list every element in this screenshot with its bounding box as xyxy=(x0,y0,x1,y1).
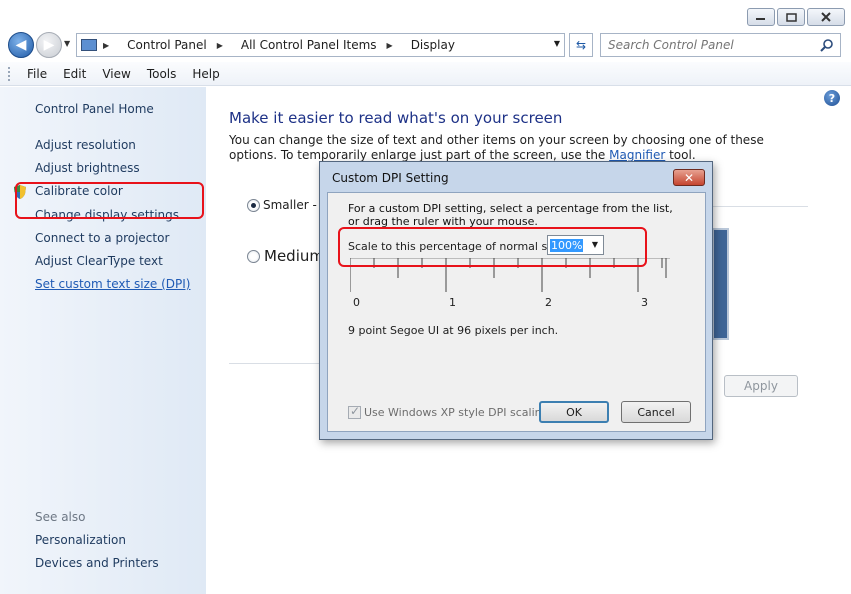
sidebar-item-adjust-resolution[interactable]: Adjust resolution xyxy=(35,138,136,152)
breadcrumb-separator[interactable]: ▶ xyxy=(217,41,231,50)
forward-button[interactable]: ▶ xyxy=(36,32,62,58)
breadcrumb-root-arrow[interactable]: ▶ xyxy=(103,41,117,50)
sidebar-item-connect-projector[interactable]: Connect to a projector xyxy=(35,231,169,245)
magnifier-link[interactable]: Magnifier xyxy=(609,148,665,162)
menu-file[interactable]: File xyxy=(19,67,55,81)
xp-dpi-scaling-option: Use Windows XP style DPI scaling xyxy=(348,404,549,419)
highlight-box-scale-select xyxy=(338,227,647,267)
forward-arrow-icon: ▶ xyxy=(43,37,55,53)
maximize-button[interactable] xyxy=(777,8,805,26)
address-dropdown-icon[interactable]: ▼ xyxy=(554,39,560,48)
close-icon xyxy=(821,12,831,22)
sidebar-item-adjust-brightness[interactable]: Adjust brightness xyxy=(35,161,140,175)
page-title: Make it easier to read what's on your sc… xyxy=(229,109,563,127)
ok-button[interactable]: OK xyxy=(539,401,609,423)
ruler-label-1: 1 xyxy=(449,296,456,309)
title-bar xyxy=(0,0,851,32)
see-also-personalization-link[interactable]: Personalization xyxy=(35,533,126,547)
dialog-title: Custom DPI Setting xyxy=(332,171,449,185)
minimize-icon xyxy=(756,18,765,20)
divider xyxy=(229,363,319,364)
cancel-button[interactable]: Cancel xyxy=(621,401,691,423)
sidebar-item-adjust-cleartype[interactable]: Adjust ClearType text xyxy=(35,254,163,268)
option-smaller-radio[interactable] xyxy=(247,199,260,212)
window-buttons xyxy=(747,8,845,26)
dialog-close-button[interactable]: ✕ xyxy=(673,169,705,186)
highlight-box-dpi-link xyxy=(15,182,204,219)
minimize-button[interactable] xyxy=(747,8,775,26)
menu-view[interactable]: View xyxy=(94,67,138,81)
breadcrumb-display[interactable]: Display xyxy=(411,38,455,52)
menu-grip xyxy=(8,66,11,81)
breadcrumb-control-panel[interactable]: Control Panel xyxy=(127,38,207,52)
xp-dpi-scaling-label: Use Windows XP style DPI scaling xyxy=(364,406,549,419)
control-panel-home-link[interactable]: Control Panel Home xyxy=(35,102,154,116)
help-icon[interactable]: ? xyxy=(824,90,840,106)
menu-tools[interactable]: Tools xyxy=(139,67,185,81)
address-bar[interactable]: ▶ Control Panel ▶ All Control Panel Item… xyxy=(76,33,565,57)
search-box[interactable] xyxy=(600,33,841,57)
search-input[interactable] xyxy=(608,38,818,52)
see-also-heading: See also xyxy=(35,510,86,524)
back-button[interactable]: ◀ xyxy=(8,32,34,58)
refresh-button[interactable]: ⇆ xyxy=(569,33,593,57)
maximize-icon xyxy=(785,12,797,22)
see-also-devices-printers-link[interactable]: Devices and Printers xyxy=(35,556,159,570)
option-medium-label[interactable]: Medium xyxy=(264,247,324,265)
recent-pages-dropdown[interactable]: ▼ xyxy=(64,39,70,48)
ruler-label-3: 3 xyxy=(641,296,648,309)
navigation-bar: ◀ ▶ ▼ ▶ Control Panel ▶ All Control Pane… xyxy=(0,30,851,60)
left-navigation-pane: Control Panel Home Adjust resolution Adj… xyxy=(0,87,206,594)
refresh-icon: ⇆ xyxy=(575,38,587,52)
apply-button[interactable]: Apply xyxy=(724,375,798,397)
dpi-info-text: 9 point Segoe UI at 96 pixels per inch. xyxy=(348,324,559,337)
close-icon: ✕ xyxy=(683,170,695,185)
breadcrumb-all-items[interactable]: All Control Panel Items xyxy=(241,38,377,52)
preview-image xyxy=(712,228,729,340)
search-icon[interactable] xyxy=(820,38,834,52)
option-medium-radio[interactable] xyxy=(247,250,260,263)
ruler-label-2: 2 xyxy=(545,296,552,309)
dialog-instructions: For a custom DPI setting, select a perce… xyxy=(348,202,673,228)
sidebar-item-set-custom-dpi[interactable]: Set custom text size (DPI) xyxy=(35,277,190,291)
menu-edit[interactable]: Edit xyxy=(55,67,94,81)
menu-help[interactable]: Help xyxy=(184,67,227,81)
back-arrow-icon: ◀ xyxy=(15,37,27,53)
ruler-label-0: 0 xyxy=(353,296,360,309)
menu-bar: File Edit View Tools Help xyxy=(0,62,851,86)
control-panel-icon xyxy=(81,39,97,51)
divider xyxy=(712,206,808,207)
breadcrumb-separator[interactable]: ▶ xyxy=(387,41,401,50)
xp-dpi-scaling-checkbox xyxy=(348,404,361,419)
page-description: You can change the size of text and othe… xyxy=(229,133,764,162)
close-button[interactable] xyxy=(807,8,845,26)
